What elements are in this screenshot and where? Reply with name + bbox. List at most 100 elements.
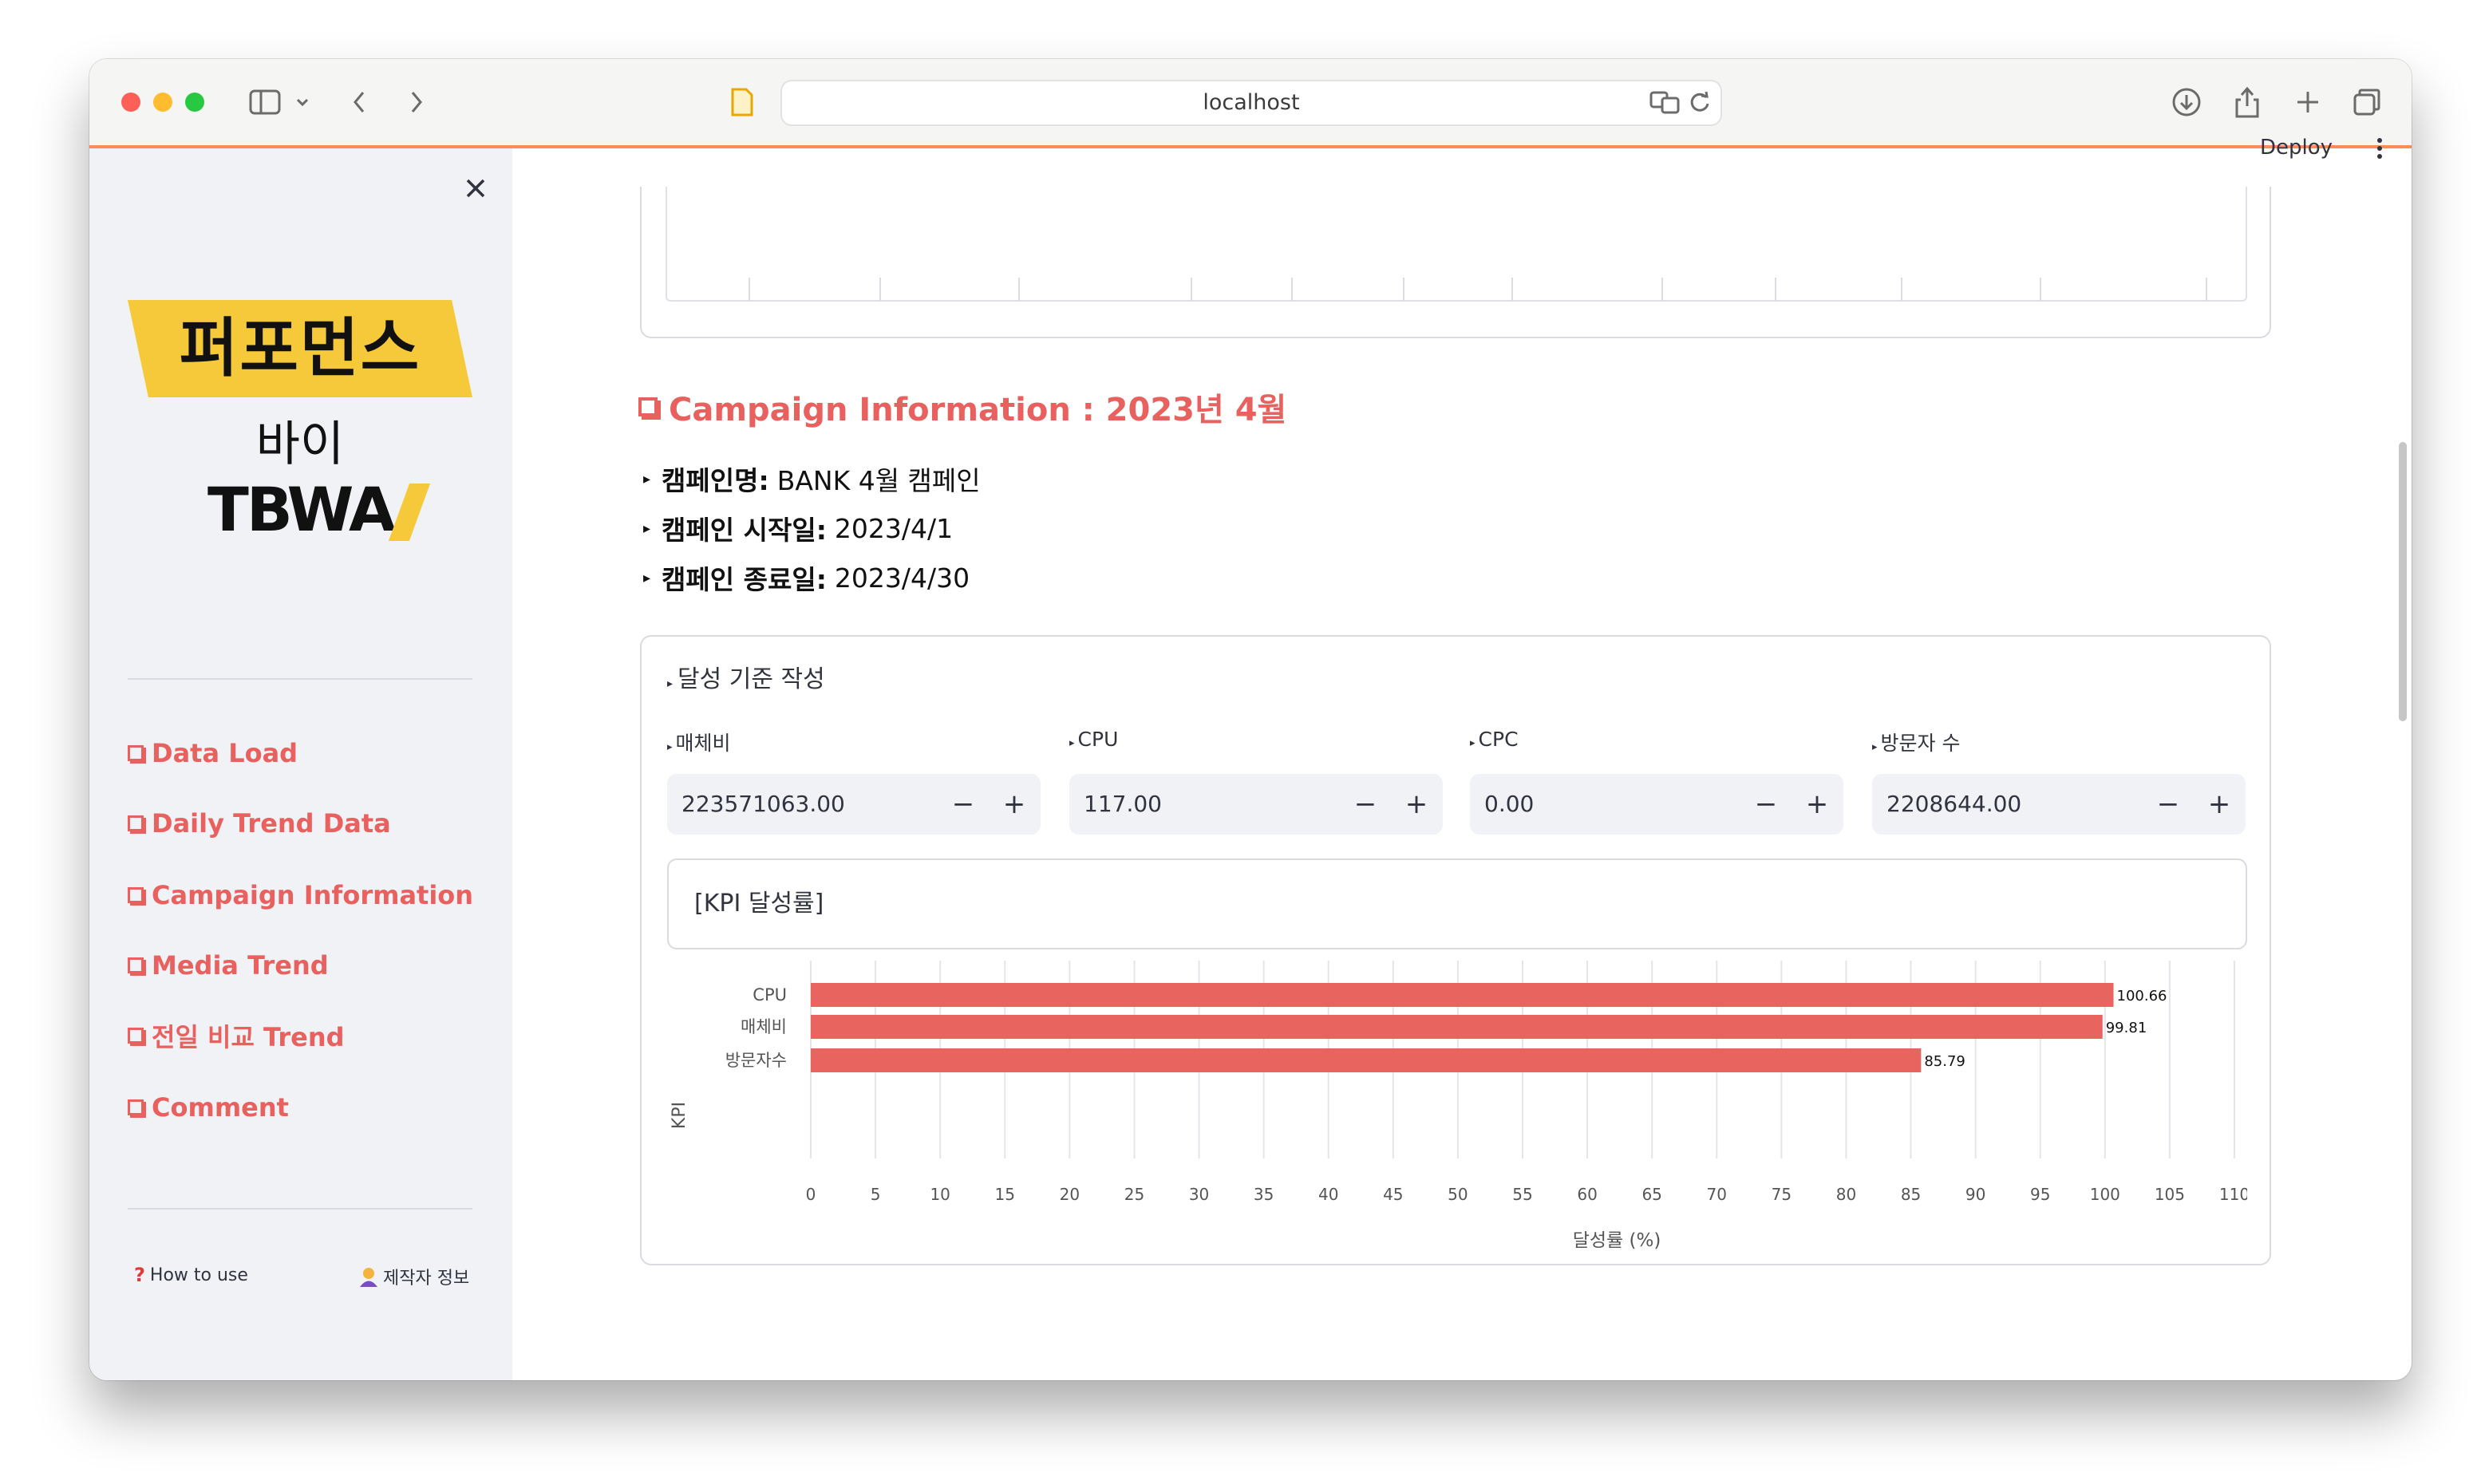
checkbox-icon — [638, 397, 658, 416]
logo-by: 바이 — [255, 416, 345, 472]
forward-arrow-icon[interactable] — [401, 83, 433, 121]
url-text: localhost — [1203, 90, 1300, 115]
increment-button[interactable]: + — [1794, 774, 1840, 835]
campaign-name-line: ▸ 캠페인명: BANK 4월 캠페인 — [643, 460, 981, 498]
page-icon — [726, 83, 758, 121]
how-to-use-label: How to use — [149, 1265, 248, 1285]
nav-compare-trend[interactable]: 전일 비교 Trend — [128, 1018, 345, 1053]
minimize-window-button[interactable] — [153, 93, 172, 112]
increment-button[interactable]: + — [991, 774, 1037, 835]
x-tick-label: 10 — [930, 1185, 950, 1204]
how-to-use-link[interactable]: ? How to use — [134, 1264, 248, 1286]
download-icon[interactable] — [2167, 83, 2206, 121]
reload-icon[interactable] — [1684, 83, 1716, 121]
input-value[interactable]: 117.00 — [1084, 774, 1162, 835]
nav-comment[interactable]: Comment — [128, 1090, 289, 1125]
deploy-button[interactable]: Deploy — [2260, 136, 2333, 160]
close-icon — [466, 179, 485, 198]
close-sidebar-button[interactable] — [460, 172, 492, 204]
info-label: 캠페인명: — [662, 465, 769, 496]
checkbox-icon — [128, 815, 144, 831]
cpc-input[interactable]: 0.00 − + — [1470, 774, 1843, 835]
new-tab-icon[interactable] — [2289, 83, 2327, 121]
x-tick-label: 45 — [1383, 1185, 1403, 1204]
x-tick-label: 0 — [806, 1185, 816, 1204]
x-tick-label: 65 — [1641, 1185, 1661, 1204]
maximize-window-button[interactable] — [185, 93, 204, 112]
x-tick-label: 5 — [871, 1185, 881, 1204]
decrement-button[interactable]: − — [1743, 774, 1789, 835]
info-value: 2023/4/1 — [834, 512, 954, 544]
x-tick-label: 95 — [2030, 1185, 2050, 1204]
nav-daily-trend-data[interactable]: Daily Trend Data — [128, 806, 391, 841]
visitors-input[interactable]: 2208644.00 − + — [1872, 774, 2246, 835]
cpu-input[interactable]: 117.00 − + — [1069, 774, 1443, 835]
x-axis-title: 달성률 (%) — [1573, 1230, 1661, 1251]
y-tick-label: CPU — [753, 985, 787, 1004]
nav-label: 전일 비교 Trend — [152, 1022, 345, 1052]
maker-info-link[interactable]: 제작자 정보 — [358, 1264, 469, 1289]
nav-data-load[interactable]: Data Load — [128, 736, 298, 771]
close-window-button[interactable] — [121, 93, 140, 112]
bar — [811, 1048, 1922, 1072]
x-tick-label: 30 — [1189, 1185, 1209, 1204]
y-tick-label: 방문자수 — [725, 1051, 787, 1070]
field-label-media-cost: ▸ 매체비 — [667, 732, 731, 755]
nav-label: Campaign Information — [152, 880, 474, 910]
section-title: Campaign Information : 2023년 4월 — [638, 385, 1286, 429]
media-cost-input[interactable]: 223571063.00 − + — [667, 774, 1041, 835]
increment-button[interactable]: + — [2196, 774, 2242, 835]
bar — [811, 983, 2114, 1007]
nav-campaign-information[interactable]: Campaign Information — [128, 878, 473, 913]
input-value[interactable]: 223571063.00 — [681, 774, 845, 835]
question-icon: ? — [134, 1264, 145, 1286]
checkbox-icon — [128, 745, 144, 761]
x-tick-label: 75 — [1772, 1185, 1792, 1204]
bar-value-label: 99.81 — [2106, 1020, 2147, 1036]
x-tick-label: 100 — [2090, 1185, 2120, 1204]
sidebar: 퍼포먼스 바이 TBWA Data Load Daily Trend Data … — [89, 148, 512, 1380]
x-tick-label: 50 — [1448, 1185, 1468, 1204]
share-icon[interactable] — [2228, 83, 2266, 121]
browser-toolbar: localhost — [89, 59, 2412, 148]
decrement-button[interactable]: − — [1342, 774, 1389, 835]
decrement-button[interactable]: − — [940, 774, 986, 835]
person-icon — [360, 1268, 377, 1287]
field-label-cpu: ▸ CPU — [1069, 728, 1119, 751]
increment-button[interactable]: + — [1393, 774, 1440, 835]
section-title-text: Campaign Information : 2023년 4월 — [669, 392, 1287, 428]
address-bar[interactable]: localhost — [780, 80, 1722, 126]
campaign-end-line: ▸ 캠페인 종료일: 2023/4/30 — [643, 558, 970, 597]
data-table — [666, 187, 2247, 302]
logo-title: 퍼포먼스 — [179, 311, 421, 385]
field-label-cpc: ▸ CPC — [1470, 728, 1519, 751]
nav-label: Comment — [152, 1092, 289, 1123]
nav-label: Media Trend — [152, 950, 329, 981]
maker-info-label: 제작자 정보 — [383, 1269, 470, 1289]
sidebar-divider — [128, 678, 472, 680]
campaign-start-line: ▸ 캠페인 시작일: 2023/4/1 — [643, 509, 953, 547]
input-value[interactable]: 0.00 — [1484, 774, 1534, 835]
chart-bars — [811, 983, 2114, 1072]
nav-media-trend[interactable]: Media Trend — [128, 948, 329, 983]
triangle-bullet-icon: ▸ — [643, 470, 651, 487]
triangle-bullet-icon: ▸ — [643, 569, 651, 586]
checkbox-icon — [128, 887, 144, 903]
input-value[interactable]: 2208644.00 — [1886, 774, 2021, 835]
logo-slash — [388, 483, 431, 541]
tab-overview-icon[interactable] — [2348, 83, 2386, 121]
x-tick-label: 20 — [1060, 1185, 1080, 1204]
chevron-down-icon[interactable] — [290, 83, 314, 121]
x-tick-label: 90 — [1965, 1185, 1985, 1204]
main-menu-icon[interactable] — [2370, 136, 2389, 163]
translate-icon[interactable] — [1647, 83, 1682, 121]
triangle-bullet-icon: ▸ — [643, 519, 651, 537]
y-tick-label: 매체비 — [741, 1017, 787, 1036]
decrement-button[interactable]: − — [2145, 774, 2191, 835]
sidebar-toggle-icon[interactable] — [246, 83, 284, 121]
x-tick-label: 60 — [1577, 1185, 1597, 1204]
back-arrow-icon[interactable] — [343, 83, 375, 121]
scrollbar[interactable] — [2399, 442, 2407, 721]
x-tick-label: 25 — [1124, 1185, 1144, 1204]
checkbox-icon — [128, 1028, 144, 1044]
